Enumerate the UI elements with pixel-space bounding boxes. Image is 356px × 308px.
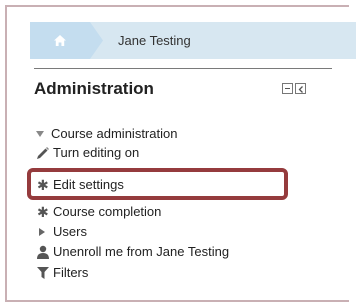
expanded-arrow-icon xyxy=(36,131,44,137)
filter-icon xyxy=(37,267,49,279)
gear-icon: ✱ xyxy=(37,177,49,193)
user-icon xyxy=(37,245,49,259)
block-title: Administration xyxy=(34,79,154,98)
pencil-icon xyxy=(37,147,49,159)
collapsed-arrow-icon xyxy=(39,228,45,236)
gear-icon: ✱ xyxy=(37,204,49,220)
breadcrumb: Jane Testing xyxy=(30,22,356,59)
collapse-icon[interactable] xyxy=(282,83,293,94)
dock-icon[interactable] xyxy=(295,83,306,94)
breadcrumb-current[interactable]: Jane Testing xyxy=(118,22,191,59)
home-icon xyxy=(54,35,66,46)
breadcrumb-home[interactable] xyxy=(30,22,103,59)
block-divider xyxy=(34,68,332,69)
block-controls xyxy=(282,83,306,94)
